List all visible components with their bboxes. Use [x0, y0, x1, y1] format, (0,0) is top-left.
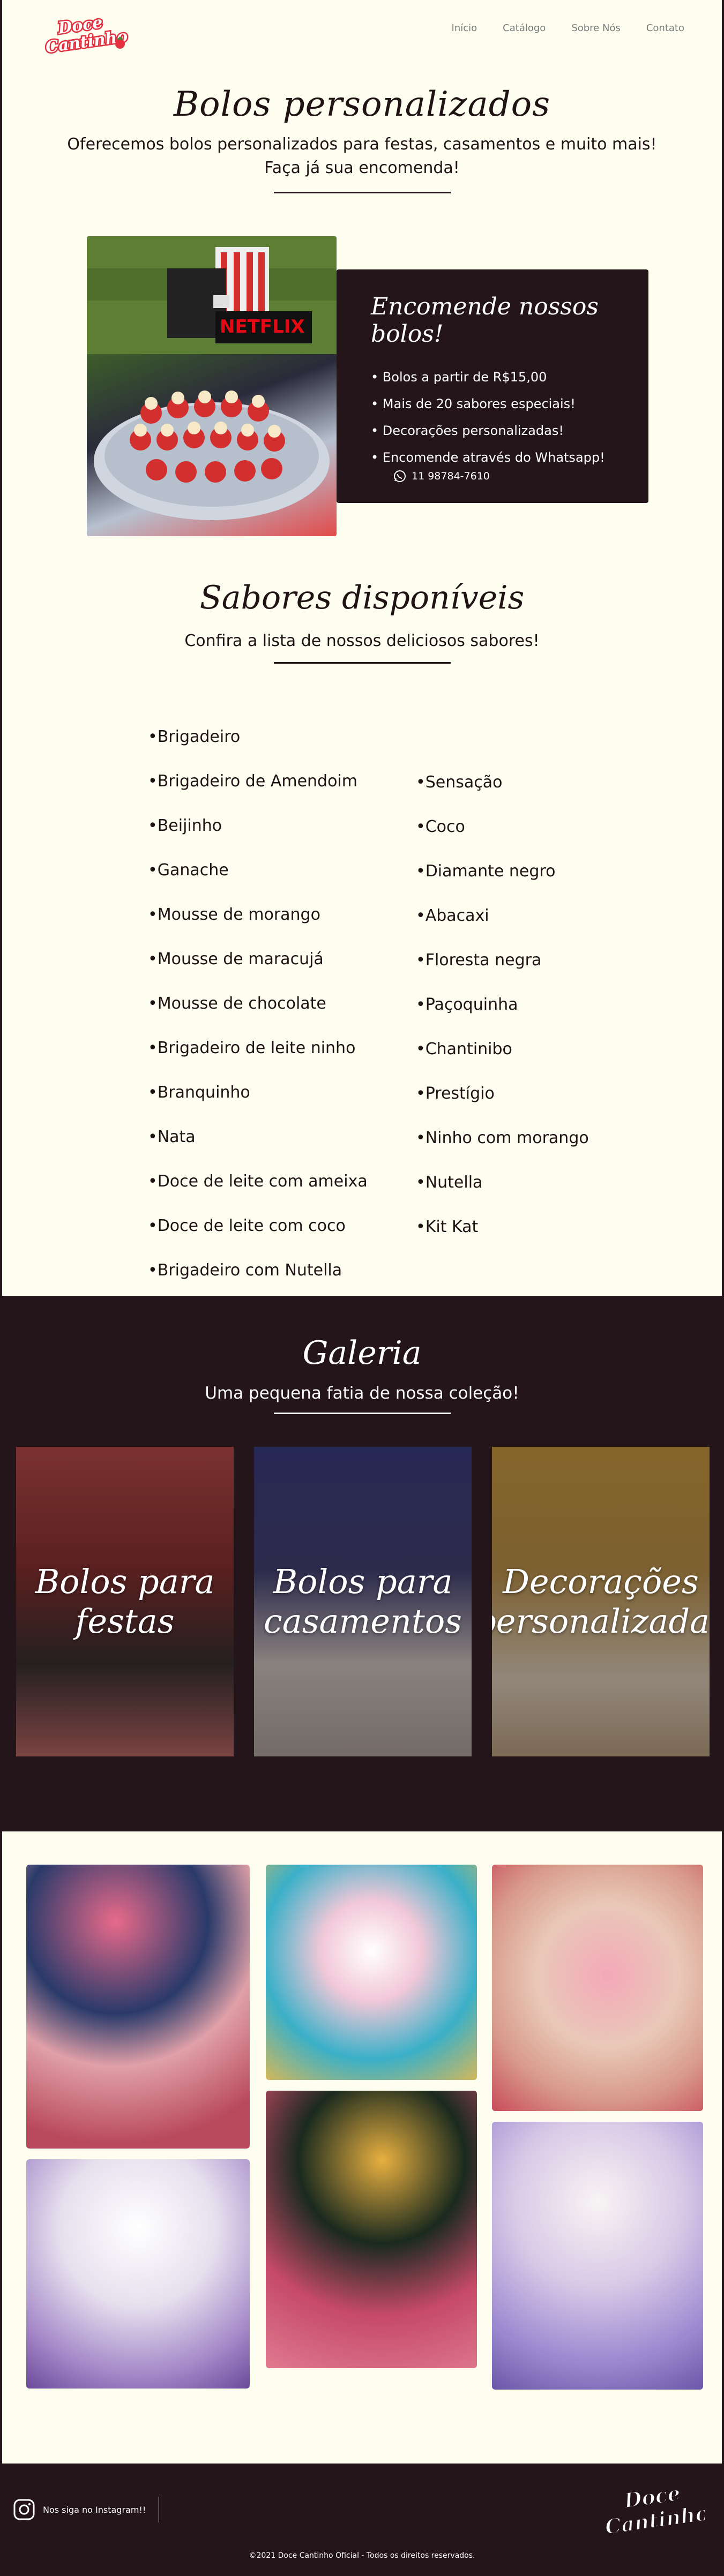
list-item: Brigadeiro de Amendoim — [148, 759, 368, 803]
flavors-divider — [273, 662, 451, 664]
instagram-text: Nos siga no Instagram!! — [43, 2504, 146, 2515]
hero-description-line1: Oferecemos bolos personalizados para fes… — [67, 135, 657, 154]
cake-photo[interactable] — [492, 1865, 703, 2111]
promo-item-flavors: Mais de 20 sabores especiais! — [371, 390, 648, 417]
flavors-title: Sabores disponíveis — [199, 579, 525, 617]
cake-photo-grid — [0, 1831, 724, 2464]
promo-item-whatsapp: Encomende através do Whatsapp! — [371, 444, 648, 471]
list-item: Doce de leite com coco — [148, 1204, 368, 1248]
list-item: Mousse de morango — [148, 892, 368, 937]
list-item: Mousse de maracujá — [148, 937, 368, 981]
cake-photo[interactable] — [26, 1865, 250, 2149]
flavor-list-right: Sensação Coco Diamante negro Abacaxi Flo… — [416, 760, 589, 1249]
promo-title: Encomende nossos bolos! — [371, 293, 599, 348]
list-item: Abacaxi — [416, 893, 589, 938]
page-title: Bolos personalizados — [173, 85, 551, 124]
list-item: Brigadeiro de leite ninho — [148, 1026, 368, 1070]
cake-photo[interactable] — [266, 2091, 477, 2368]
list-item: Beijinho — [148, 803, 368, 848]
promo-list: Bolos a partir de R$15,00 Mais de 20 sab… — [371, 364, 648, 471]
gallery-tile-casamentos[interactable]: Bolos para casamentos — [254, 1447, 472, 1756]
tile-label-line2: personalizadas — [492, 1602, 710, 1641]
flavors-subtitle: Confira a lista de nossos deliciosos sab… — [184, 632, 540, 650]
title-divider — [273, 192, 451, 193]
promo-section: NETFLIX Encomende nossos bolos! • Bolos … — [2, 236, 722, 568]
tile-label-line2: casamentos — [264, 1602, 462, 1641]
tile-label: Decorações personalizadas — [492, 1562, 710, 1641]
nav-inicio[interactable]: Início — [452, 22, 477, 34]
instagram-icon — [13, 2499, 35, 2520]
cake-photo[interactable] — [266, 1865, 477, 2080]
nav-catalogo[interactable]: Catálogo — [503, 22, 546, 34]
list-item: Paçoquinha — [416, 982, 589, 1027]
flavor-lists: Brigadeiro Brigadeiro de Amendoim Beijin… — [2, 685, 722, 1296]
gallery-section: Galeria Uma pequena fatia de nossa coleç… — [0, 1296, 724, 1831]
featured-cake-photo: NETFLIX — [87, 236, 337, 536]
cake-photo[interactable] — [26, 2159, 250, 2389]
list-item: Prestígio — [416, 1071, 589, 1116]
list-item: Ganache — [148, 848, 368, 892]
flavor-list-left: Brigadeiro Brigadeiro de Amendoim Beijin… — [148, 715, 368, 1293]
cake-illustration: NETFLIX — [87, 236, 337, 520]
flavors-section: Sabores disponíveis Confira a lista de n… — [2, 568, 722, 1296]
whatsapp-icon — [394, 470, 406, 482]
site-header: Doce Cantinho Início Catálogo Sobre Nós … — [0, 0, 724, 70]
tile-label: Bolos para casamentos — [264, 1562, 462, 1641]
promo-item-price: Bolos a partir de R$15,00 — [371, 364, 648, 390]
list-item: Brigadeiro — [148, 715, 368, 759]
site-footer: Nos siga no Instagram!! Doce Cantinho ©2… — [0, 2464, 724, 2576]
list-item: Sensação — [416, 760, 589, 805]
strawberry-icon — [115, 39, 125, 49]
gallery-tile-decoracoes[interactable]: Decorações personalizadas — [492, 1447, 710, 1756]
promo-item-decorations: Decorações personalizadas! — [371, 417, 648, 444]
gallery-title: Galeria — [302, 1334, 422, 1372]
list-item: Branquinho — [148, 1070, 368, 1115]
main-nav: Início Catálogo Sobre Nós Contato — [452, 22, 684, 34]
list-item: Nata — [148, 1115, 368, 1159]
tile-label-line2: festas — [75, 1602, 175, 1641]
list-item: Diamante negro — [416, 849, 589, 893]
gallery-tile-festas[interactable]: Bolos para festas — [16, 1447, 234, 1756]
list-item: Nutella — [416, 1160, 589, 1205]
tile-label: Bolos para festas — [35, 1562, 215, 1641]
hero-section: Bolos personalizados Oferecemos bolos pe… — [2, 70, 722, 193]
tile-label-line1: Bolos para — [35, 1562, 215, 1601]
gallery-tiles: Bolos para festas Bolos para casamentos … — [16, 1447, 710, 1756]
hero-description-line2: Faça já sua encomenda! — [264, 159, 460, 177]
hero-description: Oferecemos bolos personalizados para fes… — [2, 133, 722, 180]
whatsapp-contact[interactable]: 11 98784-7610 — [393, 470, 648, 483]
cake-photo[interactable] — [492, 2122, 703, 2390]
copyright-text: ©2021 Doce Cantinho Oficial - Todos os d… — [249, 2551, 475, 2560]
list-item: Chantinibo — [416, 1027, 589, 1071]
whatsapp-number: 11 98784-7610 — [412, 470, 490, 482]
list-item: Kit Kat — [416, 1205, 589, 1249]
nav-sobre-nos[interactable]: Sobre Nós — [571, 22, 621, 34]
list-item: Doce de leite com ameixa — [148, 1159, 368, 1204]
instagram-link[interactable]: Nos siga no Instagram!! — [13, 2497, 160, 2522]
list-item: Mousse de chocolate — [148, 981, 368, 1026]
nav-contato[interactable]: Contato — [646, 22, 684, 34]
gallery-divider — [273, 1413, 451, 1414]
list-item: Ninho com morango — [416, 1116, 589, 1160]
tile-label-line1: Decorações — [503, 1562, 699, 1601]
tile-label-line1: Bolos para — [273, 1562, 453, 1601]
order-info-card: Encomende nossos bolos! Bolos a partir d… — [337, 269, 648, 503]
list-item: Brigadeiro com Nutella — [148, 1248, 368, 1293]
list-item: Coco — [416, 805, 589, 849]
svg-text:NETFLIX: NETFLIX — [220, 316, 305, 337]
footer-logo[interactable]: Doce Cantinho — [598, 2479, 705, 2537]
main-content: Bolos personalizados Oferecemos bolos pe… — [0, 70, 724, 1296]
brand-logo[interactable]: Doce Cantinho — [40, 11, 131, 54]
list-item: Floresta negra — [416, 938, 589, 982]
gallery-subtitle: Uma pequena fatia de nossa coleção! — [205, 1384, 519, 1403]
